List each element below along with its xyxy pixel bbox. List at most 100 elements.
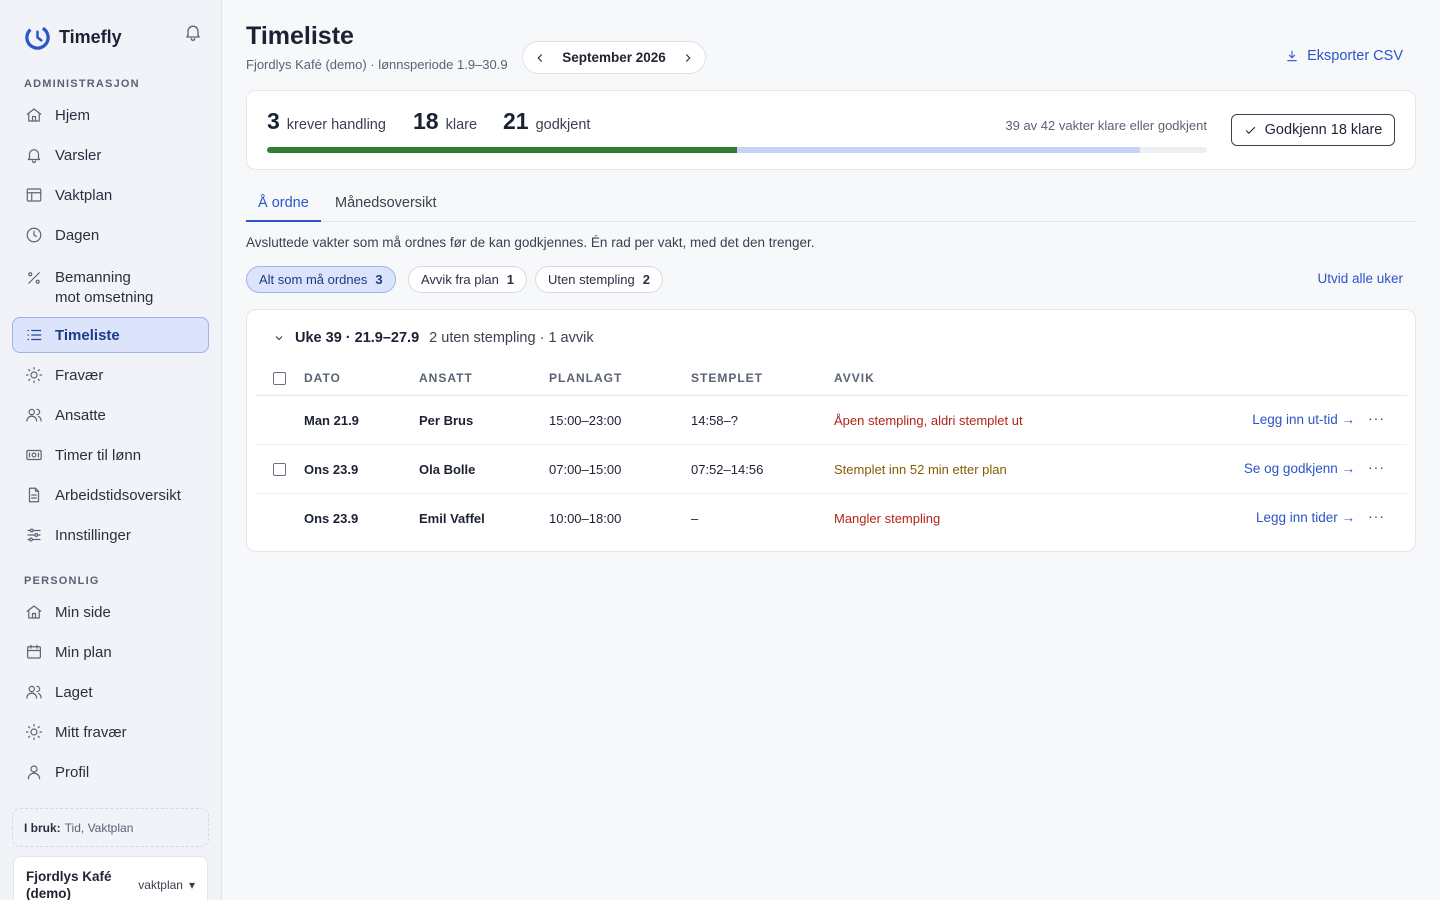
more-options-icon[interactable]: ··· xyxy=(1368,508,1385,524)
notifications-bell-icon[interactable] xyxy=(183,22,203,42)
bell-icon xyxy=(25,146,43,164)
export-csv-label: Eksporter CSV xyxy=(1307,48,1403,64)
sidebar-item-label: Timeliste xyxy=(55,326,120,344)
table-icon xyxy=(25,186,43,204)
table-row: Man 21.9 Per Brus 15:00–23:00 14:58–? Åp… xyxy=(255,396,1407,445)
sidebar-item-profil[interactable]: Profil xyxy=(12,754,209,790)
sidebar-item-label: Min side xyxy=(55,603,111,621)
app-name: Timefly xyxy=(59,27,122,47)
row-action-link[interactable]: Se og godkjenn → xyxy=(1244,461,1355,476)
filter-chip-label: Avvik fra plan xyxy=(421,272,499,287)
row-employee: Emil Vaffel xyxy=(419,511,485,526)
user-icon xyxy=(25,763,43,781)
brand[interactable]: Timefly xyxy=(24,24,122,51)
row-stamped: – xyxy=(691,511,699,526)
sidebar-item-label: Dagen xyxy=(55,226,100,244)
list-icon xyxy=(25,326,43,344)
calendar-icon xyxy=(25,643,43,661)
sidebar-item-min-side[interactable]: Min side xyxy=(12,594,209,630)
percent-icon xyxy=(25,269,43,287)
select-all-checkbox[interactable] xyxy=(273,372,286,385)
column-header-date: DATO xyxy=(304,371,341,385)
sidebar-item-fravaer[interactable]: Fravær xyxy=(12,357,209,393)
week-card: Uke 39 · 21.9–27.9 2 uten stempling · 1 … xyxy=(246,309,1416,552)
more-options-icon[interactable]: ··· xyxy=(1368,459,1385,475)
progress-bar xyxy=(267,147,1207,153)
tabs: Å ordne Månedsoversikt xyxy=(246,186,1416,222)
more-options-icon[interactable]: ··· xyxy=(1368,410,1385,426)
sidebar-item-hjem[interactable]: Hjem xyxy=(12,97,209,133)
sidebar-item-timeliste[interactable]: Timeliste xyxy=(12,317,209,353)
page-subtitle: Fjordlys Kafé (demo) · lønnsperiode 1.9–… xyxy=(246,57,508,72)
sidebar-item-timer-til-lonn[interactable]: Timer til lønn xyxy=(12,437,209,473)
stat-label: klare xyxy=(445,117,478,133)
sidebar-item-label-line1: Bemanning xyxy=(55,269,131,286)
chevron-left-icon[interactable] xyxy=(533,51,547,65)
filter-chip-no-stamp[interactable]: Uten stempling 2 xyxy=(535,266,663,293)
export-csv-button[interactable]: Eksporter CSV xyxy=(1285,48,1403,64)
row-employee: Ola Bolle xyxy=(419,462,476,477)
row-employee: Per Brus xyxy=(419,413,474,428)
section-label-personal: PERSONLIG xyxy=(24,575,100,587)
column-header-planned: PLANLAGT xyxy=(549,371,623,385)
tab-manedsoversikt[interactable]: Månedsoversikt xyxy=(335,195,437,220)
sidebar-item-bemanning[interactable]: Bemanning mot omsetning xyxy=(12,261,209,309)
progress-ready-segment xyxy=(737,147,1140,153)
download-icon xyxy=(1287,50,1297,62)
expand-all-weeks-link[interactable]: Utvid alle uker xyxy=(1317,271,1403,286)
sidebar-item-vaktplan[interactable]: Vaktplan xyxy=(12,177,209,213)
sidebar-item-label: Timer til lønn xyxy=(55,446,142,464)
chevron-down-icon: ▾ xyxy=(188,878,195,892)
filter-chip-all[interactable]: Alt som må ordnes 3 xyxy=(246,266,396,293)
chevron-right-icon[interactable] xyxy=(681,51,695,65)
sidebar-item-label-line2: mot omsetning xyxy=(55,289,154,306)
row-action-link[interactable]: Legg inn ut-tid → xyxy=(1252,412,1355,427)
sidebar-item-arbeidstidsoversikt[interactable]: Arbeidstidsoversikt xyxy=(12,477,209,513)
check-icon xyxy=(1245,126,1255,134)
approve-ready-button[interactable]: Godkjenn 18 klare xyxy=(1231,114,1395,146)
sidebar-item-varsler[interactable]: Varsler xyxy=(12,137,209,173)
filter-chip-count: 2 xyxy=(642,272,650,287)
chevron-down-icon xyxy=(275,336,283,341)
week-header[interactable]: Uke 39 · 21.9–27.9 2 uten stempling · 1 … xyxy=(273,330,594,346)
row-planned: 15:00–23:00 xyxy=(549,413,622,428)
document-icon xyxy=(25,486,43,504)
column-header-deviation: AVVIK xyxy=(834,371,875,385)
sidebar-item-label: Innstillinger xyxy=(55,526,131,544)
org-switcher[interactable]: Fjordlys Kafé (demo) vaktplan ▾ xyxy=(13,856,208,900)
column-header-stamped: STEMPLET xyxy=(691,371,764,385)
row-checkbox[interactable] xyxy=(273,463,286,476)
sidebar-item-innstillinger[interactable]: Innstillinger xyxy=(12,517,209,553)
sidebar-item-dagen[interactable]: Dagen xyxy=(12,217,209,253)
stat-approved: 21 godkjent xyxy=(503,108,590,135)
sidebar-item-label: Hjem xyxy=(55,106,91,124)
sidebar-item-label: Min plan xyxy=(55,643,112,661)
row-planned: 10:00–18:00 xyxy=(549,511,622,526)
sidebar-item-label: Arbeidstidsoversikt xyxy=(55,486,181,504)
sidebar-item-ansatte[interactable]: Ansatte xyxy=(12,397,209,433)
period-picker: September 2026 xyxy=(522,41,706,74)
row-date: Ons 23.9 xyxy=(304,511,359,526)
row-deviation: Åpen stempling, aldri stemplet ut xyxy=(834,413,1023,428)
in-use-value: Tid, Vaktplan xyxy=(64,820,134,835)
row-date: Man 21.9 xyxy=(304,413,359,428)
row-date: Ons 23.9 xyxy=(304,462,359,477)
row-action-link[interactable]: Legg inn tider → xyxy=(1256,510,1355,525)
stat-needs-action: 3 krever handling xyxy=(267,108,386,135)
org-name: Fjordlys Kafé (demo) xyxy=(26,869,112,900)
sidebar-item-label: Mitt fravær xyxy=(55,723,127,741)
sidebar-item-laget[interactable]: Laget xyxy=(12,674,209,710)
home-icon xyxy=(25,106,43,124)
sidebar-item-mitt-fravaer[interactable]: Mitt fravær xyxy=(12,714,209,750)
summary-note: 39 av 42 vakter klare eller godkjent xyxy=(1005,118,1207,133)
sidebar-item-min-plan[interactable]: Min plan xyxy=(12,634,209,670)
home-icon xyxy=(25,603,43,621)
tab-a-ordne[interactable]: Å ordne xyxy=(246,195,321,222)
stat-ready: 18 klare xyxy=(413,108,477,135)
filter-chip-deviation[interactable]: Avvik fra plan 1 xyxy=(408,266,528,293)
week-meta: 2 uten stempling · 1 avvik xyxy=(429,330,594,346)
sidebar-item-label: Vaktplan xyxy=(55,186,113,204)
progress-approved-segment xyxy=(267,147,737,153)
row-deviation: Stemplet inn 52 min etter plan xyxy=(834,462,1007,477)
sidebar-item-label: Varsler xyxy=(55,146,102,164)
